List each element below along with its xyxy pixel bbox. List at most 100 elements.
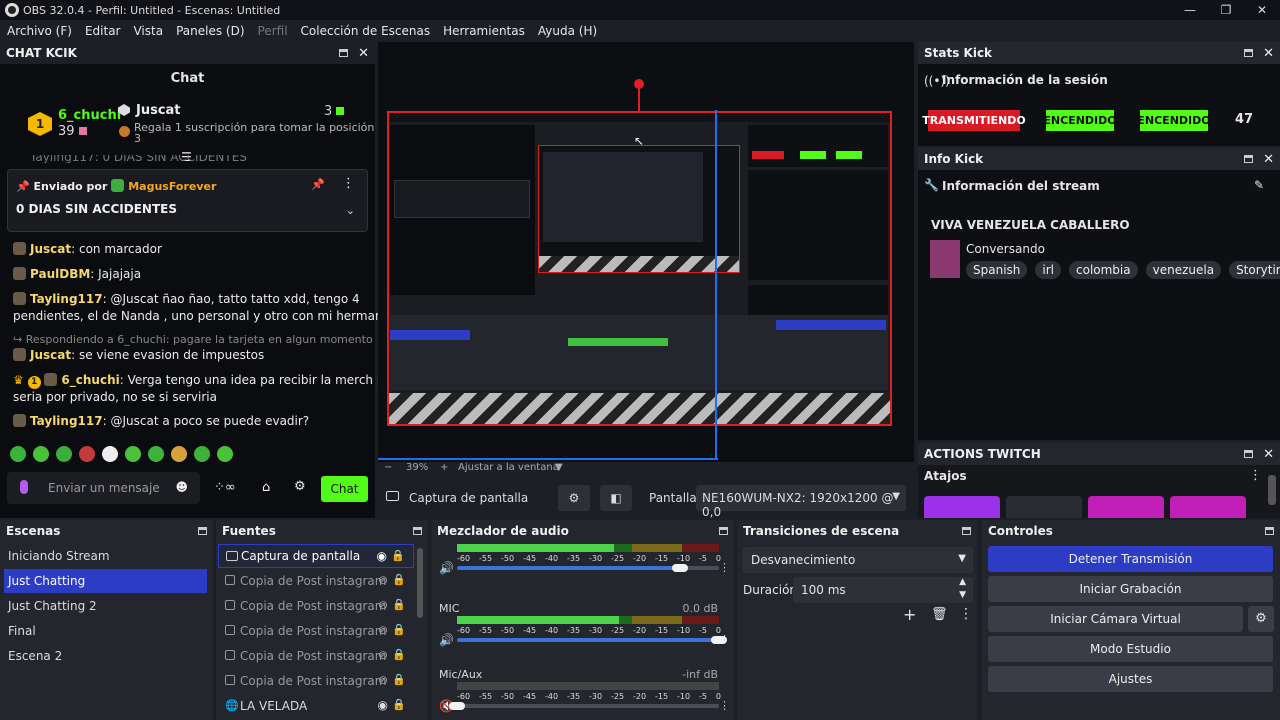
emote-icon[interactable]	[33, 446, 49, 462]
tag-list: Spanish irl colombia venezuela Storytime	[966, 261, 1280, 279]
source-item[interactable]: Copia de Post instagram ⊘ 🔒	[218, 594, 414, 618]
add-icon[interactable]: +	[903, 605, 916, 624]
filters-button[interactable]: ◧	[600, 485, 632, 511]
duration-input[interactable]: 100 ms ▲ ▼	[793, 577, 973, 603]
more-icon[interactable]: ⋮	[959, 606, 973, 622]
infinity-icon[interactable]: ⁘∞	[214, 480, 236, 495]
scene-item[interactable]: Escena 2	[4, 644, 207, 668]
source-item[interactable]: Captura de pantalla ◉ 🔒	[218, 544, 414, 568]
source-bounding-box[interactable]	[387, 111, 892, 426]
zoom-out-icon[interactable]: −	[384, 462, 392, 473]
settings-button[interactable]: Ajustes	[988, 666, 1273, 692]
emoji-icon[interactable]: ☻	[175, 480, 188, 494]
scene-item[interactable]: Just Chatting 2	[4, 594, 207, 618]
emote-icon[interactable]	[79, 446, 95, 462]
start-virtual-camera-button[interactable]: Iniciar Cámara Virtual	[988, 606, 1243, 632]
stop-stream-button[interactable]: Detener Transmisión	[988, 546, 1273, 572]
source-item[interactable]: Copia de Post instagram ⊘ 🔒	[218, 569, 414, 593]
float-icon[interactable]	[719, 527, 728, 535]
properties-button[interactable]: ⚙	[558, 485, 590, 511]
action-button[interactable]	[1006, 496, 1082, 518]
emote-icon[interactable]	[56, 446, 72, 462]
volume-knob[interactable]	[672, 564, 688, 572]
chat-send-button[interactable]: Chat	[321, 476, 368, 502]
scene-item[interactable]: Final	[4, 619, 207, 643]
more-icon[interactable]: ⋮	[342, 176, 355, 191]
more-icon[interactable]: ⋮	[719, 633, 730, 646]
speaker-icon[interactable]: 🔊	[439, 633, 454, 647]
chevron-down-icon[interactable]: ⌄	[346, 204, 355, 217]
scene-item-selected[interactable]: Just Chatting	[4, 569, 207, 593]
close-window-icon[interactable]: ✕	[1244, 0, 1280, 20]
virtual-camera-settings-icon[interactable]: ⚙	[1248, 606, 1274, 632]
scrollbar[interactable]	[1268, 475, 1276, 505]
stepper-down-icon[interactable]: ▼	[959, 590, 966, 600]
float-icon[interactable]	[339, 49, 349, 57]
actions-dock-header: ACTIONS TWITCH ✕	[918, 443, 1280, 465]
minimize-icon[interactable]: —	[1172, 0, 1208, 20]
float-icon[interactable]	[1244, 155, 1254, 163]
zoom-in-icon[interactable]: +	[440, 462, 448, 473]
screen-select[interactable]: NE160WUM-NX2: 1920x1200 @ 0,0 ▼	[696, 485, 906, 519]
studio-mode-button[interactable]: Modo Estudio	[988, 636, 1273, 662]
float-icon[interactable]	[198, 527, 207, 535]
more-icon[interactable]: ⋮	[719, 699, 730, 712]
level-meter-fill	[457, 544, 614, 552]
menu-editar[interactable]: Editar	[85, 24, 121, 38]
maximize-icon[interactable]: ❐	[1208, 0, 1244, 20]
more-icon[interactable]: ⋮	[1249, 468, 1262, 483]
microphone-icon[interactable]	[20, 480, 28, 494]
more-icon[interactable]: ⋮	[719, 561, 730, 574]
menu-paneles[interactable]: Paneles (D)	[176, 24, 244, 38]
start-recording-button[interactable]: Iniciar Grabación	[988, 576, 1273, 602]
volume-slider[interactable]	[457, 566, 680, 570]
emote-icon[interactable]	[217, 446, 233, 462]
chat-input[interactable]: Enviar un mensaje ☻	[7, 472, 200, 504]
settings-icon[interactable]: ⚙	[294, 479, 306, 494]
float-icon[interactable]	[1244, 49, 1254, 57]
menu-herramientas[interactable]: Herramientas	[443, 24, 525, 38]
close-icon[interactable]: ✕	[1263, 448, 1274, 461]
float-icon[interactable]	[962, 527, 971, 535]
transition-select[interactable]: Desvanecimiento ▼	[743, 547, 973, 573]
action-button[interactable]	[924, 496, 1000, 518]
action-button[interactable]	[1170, 496, 1246, 518]
volume-slider[interactable]	[457, 638, 719, 642]
emote-icon[interactable]	[194, 446, 210, 462]
menu-archivo[interactable]: Archivo (F)	[7, 24, 72, 38]
float-icon[interactable]	[413, 527, 422, 535]
float-icon[interactable]	[1244, 450, 1254, 458]
scene-item[interactable]: Iniciando Stream	[4, 544, 207, 568]
action-button[interactable]	[1088, 496, 1164, 518]
trash-icon[interactable]: 🗑	[931, 607, 948, 622]
emote-icon[interactable]	[10, 446, 26, 462]
chevron-down-icon[interactable]: ▼	[555, 462, 563, 473]
volume-knob[interactable]	[449, 702, 465, 710]
unpin-icon[interactable]: 📌	[311, 178, 325, 191]
close-icon[interactable]: ✕	[1263, 153, 1274, 166]
emote-icon[interactable]	[148, 446, 164, 462]
menu-ayuda[interactable]: Ayuda (H)	[538, 24, 597, 38]
speaker-icon[interactable]: 🔊	[439, 561, 454, 575]
emote-icon[interactable]	[125, 446, 141, 462]
close-icon[interactable]: ✕	[358, 47, 369, 60]
store-icon[interactable]: ⌂	[262, 480, 270, 495]
db-tick: -50	[501, 626, 515, 635]
zoom-fit[interactable]: Ajustar a la ventana	[458, 462, 559, 473]
source-item[interactable]: Copia de Post instagram ⊘ 🔒	[218, 644, 414, 668]
menu-perfil[interactable]: Perfil	[258, 24, 288, 38]
preview-canvas[interactable]: ↖	[378, 42, 914, 462]
scrollbar[interactable]	[417, 548, 423, 618]
emote-icon[interactable]	[102, 446, 118, 462]
close-icon[interactable]: ✕	[1263, 47, 1274, 60]
emote-icon[interactable]	[171, 446, 187, 462]
source-item[interactable]: Copia de Post instagram ⊘ 🔒	[218, 619, 414, 643]
float-icon[interactable]	[1265, 527, 1274, 535]
source-item[interactable]: 🌐 LA VELADA ◉ 🔒	[218, 694, 414, 718]
edit-icon[interactable]: ✎	[1254, 178, 1264, 192]
source-item[interactable]: Copia de Post instagram ⊘ 🔒	[218, 669, 414, 693]
menu-vista[interactable]: Vista	[133, 24, 163, 38]
menu-coleccion[interactable]: Colección de Escenas	[301, 24, 431, 38]
rotation-handle-knob[interactable]	[634, 79, 644, 89]
stepper-up-icon[interactable]: ▲	[959, 577, 966, 587]
